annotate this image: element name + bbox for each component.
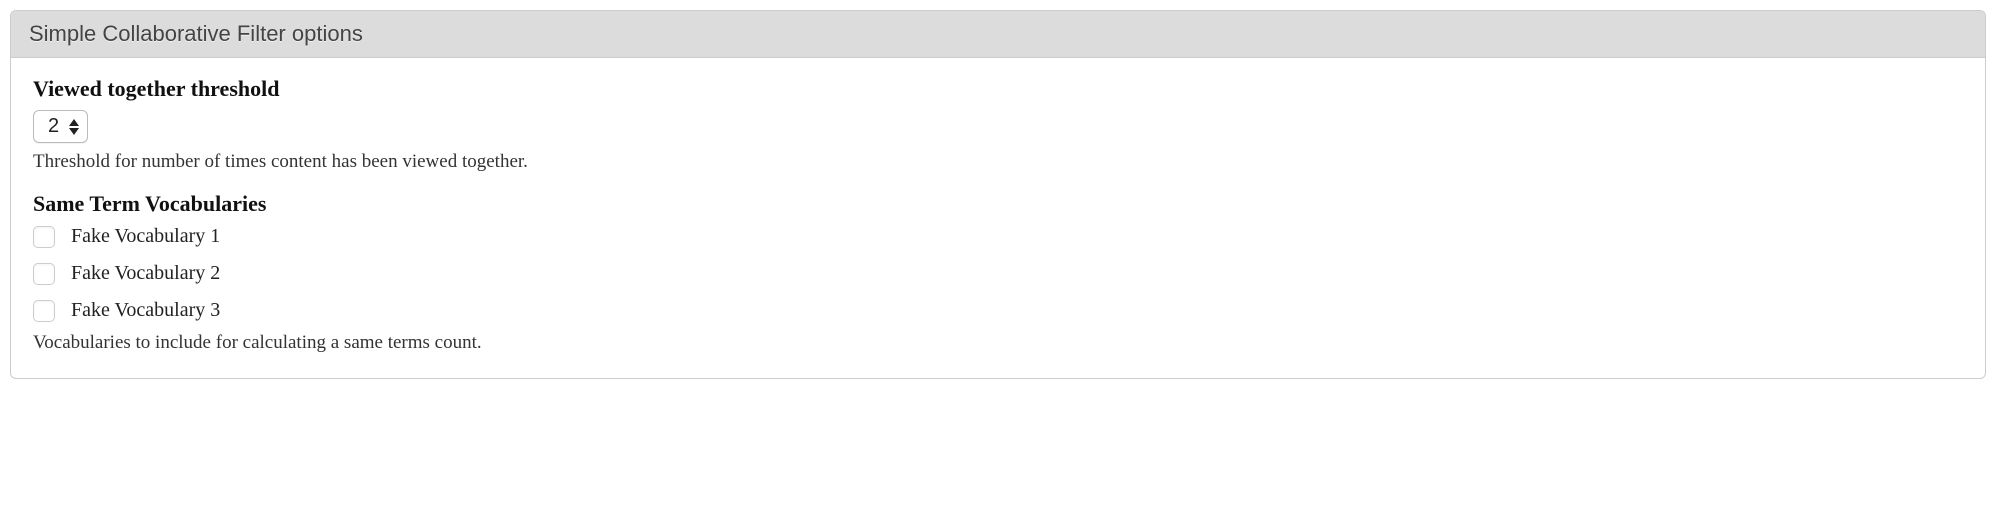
threshold-form-item: Viewed together threshold 2 Threshold fo… — [33, 76, 1963, 173]
vocabulary-checkbox[interactable] — [33, 263, 55, 285]
vocabulary-checkbox-label[interactable]: Fake Vocabulary 3 — [71, 299, 220, 322]
fieldset-title: Simple Collaborative Filter options — [11, 11, 1985, 58]
vocabularies-checkbox-list: Fake Vocabulary 1 Fake Vocabulary 2 Fake… — [33, 225, 1963, 322]
vocabularies-description: Vocabularies to include for calculating … — [33, 332, 1963, 354]
vocabulary-checkbox[interactable] — [33, 226, 55, 248]
vocabulary-checkbox[interactable] — [33, 300, 55, 322]
threshold-label: Viewed together threshold — [33, 76, 1963, 102]
threshold-selected-value: 2 — [48, 115, 69, 138]
vocabularies-form-item: Same Term Vocabularies Fake Vocabulary 1… — [33, 191, 1963, 354]
select-arrows-icon — [69, 119, 79, 135]
vocabulary-checkbox-label[interactable]: Fake Vocabulary 2 — [71, 262, 220, 285]
threshold-select[interactable]: 2 — [33, 110, 88, 143]
vocabulary-item: Fake Vocabulary 3 — [33, 299, 1963, 322]
vocabulary-item: Fake Vocabulary 2 — [33, 262, 1963, 285]
options-fieldset: Simple Collaborative Filter options View… — [10, 10, 1986, 379]
vocabulary-item: Fake Vocabulary 1 — [33, 225, 1963, 248]
threshold-description: Threshold for number of times content ha… — [33, 151, 1963, 173]
fieldset-body: Viewed together threshold 2 Threshold fo… — [11, 58, 1985, 378]
vocabularies-label: Same Term Vocabularies — [33, 191, 1963, 217]
vocabulary-checkbox-label[interactable]: Fake Vocabulary 1 — [71, 225, 220, 248]
